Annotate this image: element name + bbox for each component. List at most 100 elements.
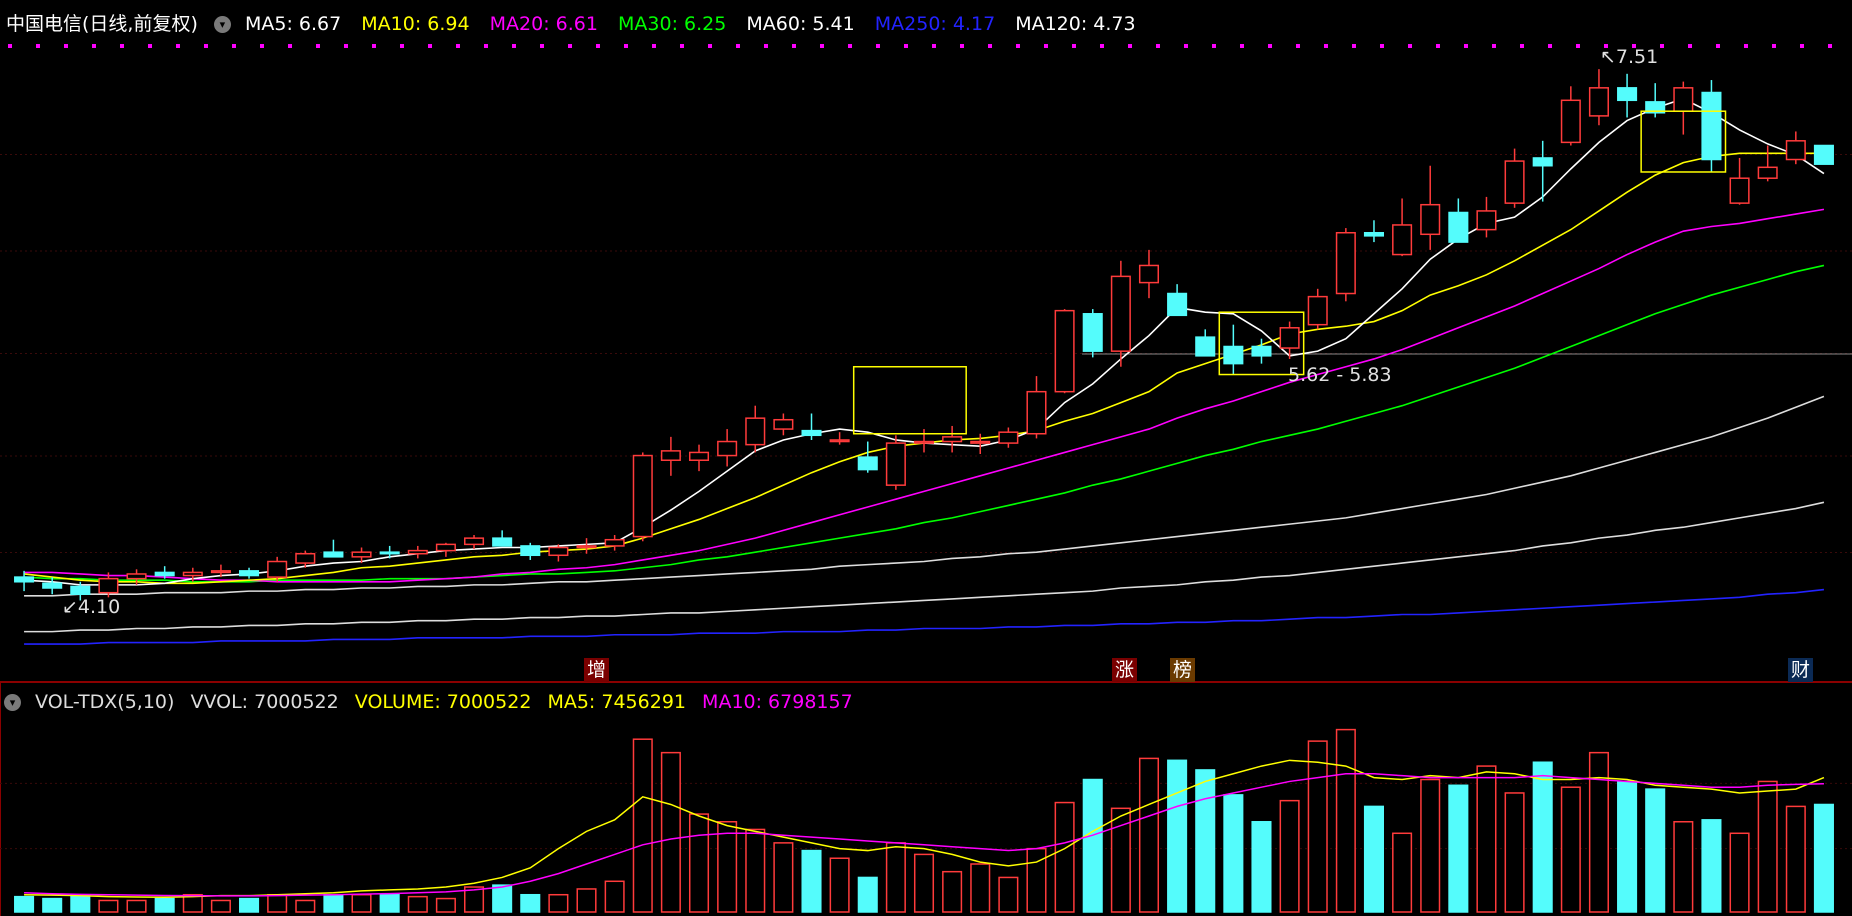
candle-body xyxy=(1279,327,1300,349)
candle-body xyxy=(1335,231,1356,295)
marker-dot-52 xyxy=(1464,44,1468,48)
volume-bar xyxy=(323,893,344,913)
candle-body xyxy=(1588,87,1609,117)
marker-dot-11 xyxy=(316,44,320,48)
marker-dot-44 xyxy=(1240,44,1244,48)
marker-dot-64 xyxy=(1800,44,1804,48)
volume-bar xyxy=(1167,759,1188,913)
volume-vvol: VVOL: 7000522 xyxy=(190,691,339,713)
marker-dot-53 xyxy=(1492,44,1496,48)
ma30-line xyxy=(24,264,1825,583)
candle-body xyxy=(520,545,541,557)
volume-bar xyxy=(210,899,231,913)
candle-body xyxy=(154,571,175,577)
low-price-value: 4.10 xyxy=(77,596,121,618)
marker-dot-3 xyxy=(92,44,96,48)
volume-bar xyxy=(407,895,428,913)
marker-dot-13 xyxy=(372,44,376,48)
marker-dot-33 xyxy=(932,44,936,48)
candle-body xyxy=(1251,345,1272,357)
volume-bar xyxy=(576,888,597,913)
volume-bar xyxy=(632,738,653,913)
marker-dot-2 xyxy=(64,44,68,48)
candle-body xyxy=(1532,157,1553,167)
candle-body xyxy=(1167,292,1188,317)
marker-dot-47 xyxy=(1324,44,1328,48)
marker-dot-54 xyxy=(1520,44,1524,48)
indicator-ma30: MA30: 6.25 xyxy=(618,13,727,35)
volume-bar xyxy=(1279,799,1300,913)
marker-dot-39 xyxy=(1100,44,1104,48)
marker-dot-35 xyxy=(988,44,992,48)
marker-dot-32 xyxy=(904,44,908,48)
volume-bar xyxy=(1532,761,1553,913)
marker-dot-9 xyxy=(260,44,264,48)
marker-dot-21 xyxy=(596,44,600,48)
volume-bar xyxy=(660,751,681,913)
volume-bar xyxy=(688,813,710,913)
ma5-line xyxy=(24,97,1825,586)
marker-dot-50 xyxy=(1408,44,1412,48)
volume-bar xyxy=(1223,794,1244,913)
candle-body xyxy=(210,570,231,574)
chevron-down-icon[interactable]: ▾ xyxy=(4,694,21,711)
candle-body xyxy=(1363,231,1384,237)
highlight-box-0 xyxy=(852,365,967,435)
event-tag-zeng[interactable]: 增 xyxy=(584,658,610,682)
indicator-ma60: MA60: 5.41 xyxy=(746,13,855,35)
candle-body xyxy=(1504,160,1525,204)
candle-body xyxy=(1560,99,1581,144)
marker-dot-26 xyxy=(736,44,740,48)
marker-dot-51 xyxy=(1436,44,1440,48)
candle-body xyxy=(1785,140,1806,161)
volume-bar xyxy=(1082,778,1103,913)
volume-bar xyxy=(604,880,625,913)
volume-bar xyxy=(14,895,35,913)
marker-dot-40 xyxy=(1128,44,1132,48)
volume-bar xyxy=(1729,832,1750,913)
stock-title[interactable]: 中国电信(日线,前复权) xyxy=(6,13,198,35)
volume-bar xyxy=(267,893,288,913)
candle-body xyxy=(1673,87,1694,112)
volume-bar xyxy=(70,893,91,913)
candle-body xyxy=(295,552,316,564)
volume-bar xyxy=(492,884,513,913)
candle-body xyxy=(14,576,35,583)
marker-dot-27 xyxy=(764,44,768,48)
candle-body xyxy=(323,551,344,558)
candle-body xyxy=(1476,210,1497,231)
candle-body xyxy=(126,573,147,580)
marker-dot-41 xyxy=(1156,44,1160,48)
indicator-ma10: MA10: 6.94 xyxy=(361,13,470,35)
volume-bar xyxy=(1251,821,1272,913)
chevron-down-icon[interactable]: ▾ xyxy=(213,16,231,33)
volume-bar xyxy=(379,893,400,913)
candle-body xyxy=(1110,275,1131,352)
marker-dot-34 xyxy=(960,44,964,48)
candle-body xyxy=(717,440,738,457)
marker-dot-63 xyxy=(1772,44,1776,48)
volume-bar xyxy=(548,893,569,913)
marker-dot-14 xyxy=(400,44,404,48)
candle-body xyxy=(267,560,288,578)
candle-body xyxy=(604,538,625,547)
volume-ma5: MA5: 7456291 xyxy=(547,691,686,713)
high-price-label: ↖7.51 xyxy=(1600,46,1658,68)
event-tag-bang[interactable]: 榜 xyxy=(1170,658,1196,682)
event-tag-cai[interactable]: 财 xyxy=(1788,658,1814,682)
marker-dot-45 xyxy=(1268,44,1272,48)
candle-body xyxy=(1392,224,1413,256)
marker-dot-38 xyxy=(1072,44,1076,48)
marker-dot-42 xyxy=(1184,44,1188,48)
candle-body xyxy=(1617,87,1638,102)
price-chart[interactable] xyxy=(0,0,1852,916)
marker-dot-4 xyxy=(120,44,124,48)
volume-bar xyxy=(1813,803,1834,913)
candle-body xyxy=(1448,211,1469,243)
candle-body xyxy=(942,436,963,443)
volume-bar xyxy=(295,899,316,913)
marker-dot-49 xyxy=(1380,44,1384,48)
volume-bar xyxy=(829,857,850,913)
marker-dot-37 xyxy=(1044,44,1048,48)
event-tag-zhang[interactable]: 涨 xyxy=(1112,658,1138,682)
